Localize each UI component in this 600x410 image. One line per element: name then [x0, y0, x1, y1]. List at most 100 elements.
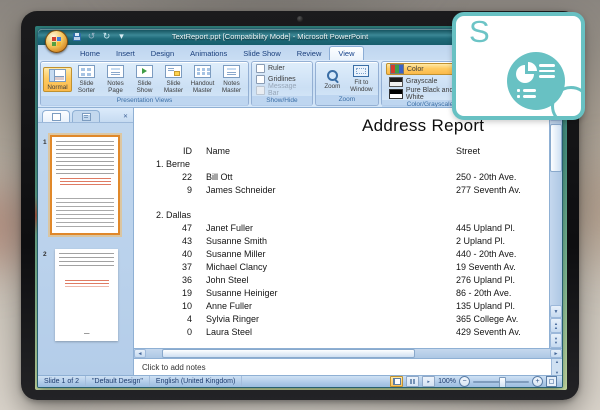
scroll-down-icon[interactable]: ▼ — [555, 370, 559, 375]
cell-street: 135 Upland Pl. — [456, 301, 515, 311]
slide-master-icon — [165, 65, 182, 78]
tab-view[interactable]: View — [329, 46, 363, 60]
scroll-up-icon[interactable]: ▲ — [555, 359, 559, 364]
notes-page-button[interactable]: Notes Page — [101, 63, 130, 95]
cell-name: Susanne Miller — [206, 249, 456, 259]
slideshow-view-toggle[interactable]: ▸ — [422, 376, 435, 387]
scroll-down-icon[interactable]: ▼ — [550, 305, 562, 318]
list-lines-icon — [539, 64, 555, 81]
cell-id: 9 — [134, 185, 192, 195]
notes-master-icon — [223, 65, 240, 78]
cell-name: Anne Fuller — [206, 301, 456, 311]
theme-name[interactable]: "Default Design" — [86, 376, 150, 387]
zoom-slider-thumb[interactable] — [499, 377, 506, 388]
zoom-in-button[interactable]: + — [532, 376, 543, 387]
grayscale-icon — [389, 77, 403, 87]
slide-indicator: Slide 1 of 2 — [38, 376, 86, 387]
window-title: TextReport.ppt [Compatibility Mode] - Mi… — [38, 32, 502, 41]
fit-slide-button[interactable] — [546, 376, 557, 387]
vertical-scroll-thumb[interactable] — [550, 124, 562, 172]
magnifier-icon — [326, 69, 339, 82]
horizontal-scroll-thumb[interactable] — [162, 349, 414, 358]
tab-home[interactable]: Home — [72, 47, 108, 60]
slides-tab[interactable] — [42, 110, 70, 122]
cell-name: Michael Clancy — [206, 262, 456, 272]
cell-name: Susanne Smith — [206, 236, 456, 246]
group-label: Zoom — [316, 95, 378, 105]
handout-master-button[interactable]: Handout Master — [188, 63, 217, 95]
notes-master-button[interactable]: Notes Master — [217, 63, 246, 95]
zoom-slider[interactable] — [473, 381, 529, 383]
decorative-arc-icon — [551, 86, 585, 120]
slide-canvas[interactable]: Address Report IDNameStreet1. Berne22Bil… — [134, 108, 562, 348]
cell-street: 429 Seventh Av. — [456, 327, 521, 337]
cell-street: Street — [456, 146, 480, 156]
table-row: 10 Anne Fuller135 Upland Pl. — [134, 299, 548, 312]
outline-tab[interactable] — [72, 110, 100, 122]
slide-sorter-button[interactable]: Slide Sorter — [72, 63, 101, 95]
slide-sorter-view-toggle[interactable] — [406, 376, 419, 387]
fit-to-window-icon — [353, 65, 369, 77]
cell-id: 19 — [134, 288, 192, 298]
color-icon — [390, 64, 404, 74]
group-presentation-views: Normal Slide Sorter Notes Page Slide Sho… — [40, 61, 249, 106]
cell-name: Laura Steel — [206, 327, 456, 337]
tab-design[interactable]: Design — [143, 47, 182, 60]
office-button[interactable] — [45, 30, 68, 53]
vertical-scrollbar[interactable]: ▲ ▼ ▲▲ ▼▼ — [549, 108, 562, 348]
table-spacer — [134, 196, 548, 208]
cell-street: 440 - 20th Ave. — [456, 249, 516, 259]
slide-show-icon — [136, 65, 153, 78]
close-pane-icon[interactable]: ✕ — [121, 113, 130, 122]
cell-street: 276 Upland Pl. — [456, 275, 515, 285]
tab-slide-show[interactable]: Slide Show — [235, 47, 289, 60]
slides-tab-icon — [52, 113, 61, 121]
ruler-checkbox[interactable]: Ruler — [256, 63, 308, 73]
horizontal-scrollbar[interactable]: ◄ ► — [134, 348, 562, 358]
notes-pane[interactable]: Click to add notes ▲ ▼ — [134, 358, 562, 375]
cell-street: 365 College Av. — [456, 314, 518, 324]
zoom-out-button[interactable]: − — [459, 376, 470, 387]
slide-2-thumbnail[interactable] — [55, 249, 118, 341]
message-bar-checkbox: Message Bar — [256, 85, 308, 95]
thumbnail-list: 1 2 — [38, 123, 133, 375]
slide-2-thumbnail-content — [59, 253, 114, 335]
status-right-cluster: ▸ 100% − + — [390, 376, 562, 387]
normal-view-toggle[interactable] — [390, 376, 403, 387]
office-logo-icon — [52, 37, 56, 41]
next-slide-button[interactable]: ▼▼ — [550, 333, 562, 348]
cell-name: James Schneider — [206, 185, 456, 195]
table-row: 19Susanne Heiniger86 - 20th Ave. — [134, 286, 548, 299]
horizontal-scroll-track[interactable] — [146, 349, 550, 358]
previous-slide-button[interactable]: ▲▲ — [550, 318, 562, 333]
cell-id: 22 — [134, 172, 192, 182]
scroll-left-icon[interactable]: ◄ — [134, 349, 146, 358]
tab-insert[interactable]: Insert — [108, 47, 143, 60]
cell-id: 36 — [134, 275, 192, 285]
cell-id: 43 — [134, 236, 192, 246]
tab-review[interactable]: Review — [289, 47, 330, 60]
zoom-button[interactable]: Zoom — [318, 67, 347, 91]
language-indicator[interactable]: English (United Kingdom) — [150, 376, 242, 387]
slide-show-button[interactable]: Slide Show — [130, 63, 159, 95]
cell-name: Janet Fuller — [206, 223, 456, 233]
slide-table: IDNameStreet1. Berne22Bill Ott250 - 20th… — [134, 144, 548, 338]
notes-placeholder[interactable]: Click to add notes — [134, 363, 206, 372]
scroll-right-icon[interactable]: ► — [550, 349, 562, 358]
zoom-level[interactable]: 100% — [438, 378, 456, 385]
badge-letter: S — [469, 14, 490, 50]
tab-animations[interactable]: Animations — [182, 47, 235, 60]
table-row: 37Michael Clancy19 Seventh Av. — [134, 260, 548, 273]
notes-page-icon — [107, 65, 124, 78]
cell-id: 10 — [134, 301, 192, 311]
normal-view-button[interactable]: Normal — [43, 67, 72, 92]
table-row: 36John Steel276 Upland Pl. — [134, 273, 548, 286]
slide-sorter-view-icon — [410, 379, 415, 384]
slide-1-thumbnail[interactable] — [52, 137, 118, 233]
table-row: 0Laura Steel429 Seventh Av. — [134, 325, 548, 338]
vertical-scroll-track[interactable] — [550, 121, 562, 305]
fit-to-window-button[interactable]: Fit to Window — [347, 63, 376, 94]
table-row: 47Janet Fuller445 Upland Pl. — [134, 221, 548, 234]
slide-master-button[interactable]: Slide Master — [159, 63, 188, 95]
notes-scrollbar[interactable]: ▲ ▼ — [551, 359, 562, 375]
